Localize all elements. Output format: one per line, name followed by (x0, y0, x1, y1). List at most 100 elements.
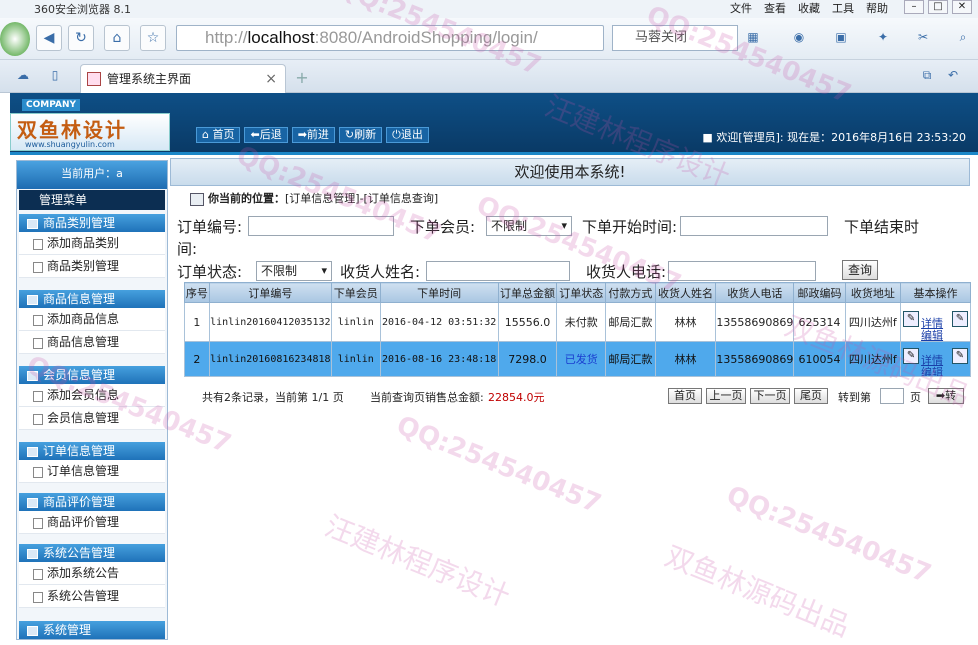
edit-link[interactable]: 编辑 (921, 364, 943, 376)
sidebar-toggle-icon[interactable]: ▯ (46, 66, 64, 84)
nav-home-label: 首页 (212, 128, 235, 141)
col-header: 收货人姓名 (654, 282, 717, 303)
new-tab-icon[interactable]: + (292, 68, 312, 88)
nav-forward-button[interactable]: ➡前进 (291, 127, 335, 143)
sidebar-item-manage-member[interactable]: 会员信息管理 (19, 407, 165, 430)
order-no-input[interactable] (248, 216, 394, 236)
apps-grid-icon[interactable]: ▦ (744, 28, 762, 46)
col-header: 订单总金额 (497, 282, 558, 303)
nav-logout-button[interactable]: ⏻退出 (386, 127, 429, 143)
sidebar-item-add-product[interactable]: 添加商品信息 (19, 308, 165, 331)
goto-page-input[interactable] (880, 388, 904, 404)
first-page-button[interactable]: 首页 (668, 388, 702, 404)
nav-forward-label: 前进 (306, 128, 329, 141)
breadcrumb-path: [订单信息管理]-[订单信息查询] (285, 192, 439, 205)
sidebar-item-manage-category[interactable]: 商品类别管理 (19, 255, 165, 278)
order-no-label: 订单编号: (177, 218, 243, 236)
group-header[interactable]: 商品评价管理 (19, 493, 165, 511)
group-header[interactable]: 会员信息管理 (19, 366, 165, 384)
gift-icon[interactable]: ✦ (874, 28, 892, 46)
search-input[interactable]: 马蓉关闭 (612, 25, 738, 51)
star-icon[interactable]: ☆ (140, 25, 166, 51)
group-header[interactable]: 商品信息管理 (19, 290, 165, 308)
minimize-icon[interactable]: – (904, 0, 924, 14)
group-header[interactable]: 系统管理 (19, 621, 165, 639)
edit-pencil-icon[interactable]: ✎ (952, 348, 968, 364)
status-select[interactable]: 不限制 (256, 261, 332, 281)
address-bar[interactable]: http://localhost:8080/AndroidShopping/lo… (176, 25, 604, 51)
welcome-banner: 欢迎使用本系统! (170, 158, 970, 186)
col-header: 下单会员 (330, 282, 381, 303)
sidebar-item-add-member[interactable]: 添加会员信息 (19, 384, 165, 407)
restore-icon[interactable]: ⧉ (918, 66, 936, 84)
group-header[interactable]: 订单信息管理 (19, 442, 165, 460)
member-select[interactable]: 不限制 (486, 216, 572, 236)
cell-order-no: linlin20160816234818 (208, 341, 332, 377)
sidebar-item-manage-notice[interactable]: 系统公告管理 (19, 585, 165, 608)
prev-page-button[interactable]: 上一页 (706, 388, 746, 404)
edit-pencil-icon[interactable]: ✎ (952, 311, 968, 327)
translate-icon[interactable]: ▣ (832, 28, 850, 46)
menu-favorites[interactable]: 收藏 (798, 0, 820, 16)
maximize-icon[interactable]: □ (928, 0, 948, 14)
screenshot-icon[interactable]: ✂ (914, 28, 932, 46)
menu-tools[interactable]: 工具 (832, 0, 854, 16)
search-text: 马蓉关闭 (635, 30, 688, 45)
cell-status: 未付款 (556, 302, 607, 342)
sidebar-item-manage-product[interactable]: 商品信息管理 (19, 331, 165, 354)
url-path: :8080/AndroidShopping/login/ (314, 28, 538, 47)
reload-icon[interactable]: ↻ (68, 25, 94, 51)
table-row[interactable]: 1 linlin20160412035132 linlin 2016-04-12… (184, 302, 971, 342)
edit-pencil-icon[interactable]: ✎ (903, 348, 920, 364)
status-label: 订单状态: (177, 263, 243, 281)
table-row-selected[interactable]: 2 linlin20160816234818 linlin 2016-08-16… (184, 341, 971, 377)
nav-back-button[interactable]: ⬅后退 (244, 127, 288, 143)
nav-home-button[interactable]: ⌂ 首页 (196, 127, 241, 143)
cell-index: 2 (184, 341, 210, 377)
next-page-button[interactable]: 下一页 (750, 388, 790, 404)
go-button[interactable]: ➡转 (928, 388, 964, 404)
nav-refresh-button[interactable]: ↻刷新 (338, 127, 383, 143)
group-header[interactable]: 系统公告管理 (19, 544, 165, 562)
welcome-label: 欢迎[管理员]: 现在是：2016年8月16日 23:53:20 (716, 131, 966, 144)
group-member: 会员信息管理 添加会员信息 会员信息管理 (19, 366, 165, 430)
browser-title: 360安全浏览器 8.1 (34, 3, 131, 16)
sidebar-item-manage-review[interactable]: 商品评价管理 (19, 511, 165, 534)
sidebar-item-manage-order[interactable]: 订单信息管理 (19, 460, 165, 483)
watermark-name: 汪建林程序设计 (320, 509, 515, 614)
close-tab-icon[interactable]: × (265, 65, 277, 93)
cloud-icon[interactable]: ☁ (14, 66, 32, 84)
sidebar-item-add-category[interactable]: 添加商品类别 (19, 232, 165, 255)
last-page-button[interactable]: 尾页 (794, 388, 828, 404)
menu-help[interactable]: 帮助 (866, 0, 888, 16)
undo-icon[interactable]: ↶ (944, 66, 962, 84)
sidebar-item-add-notice[interactable]: 添加系统公告 (19, 562, 165, 585)
start-time-input[interactable] (680, 216, 828, 236)
tab-main[interactable]: 管理系统主界面 × (80, 64, 286, 93)
magnifier-icon[interactable]: ⌕ (954, 28, 972, 46)
home-icon[interactable]: ⌂ (104, 25, 130, 51)
group-header[interactable]: 商品类别管理 (19, 214, 165, 232)
shield-icon[interactable]: ◉ (790, 28, 808, 46)
close-window-icon[interactable]: ✕ (952, 0, 972, 14)
pager: 共有2条记录，当前第 1/1 页 当前查询页销售总金额: 22854.0元 首页… (184, 384, 971, 406)
receiver-input[interactable] (426, 261, 570, 281)
menu-view[interactable]: 查看 (764, 0, 786, 16)
cell-address: 四川达州f (844, 341, 902, 377)
query-button[interactable]: 查询 (842, 260, 878, 280)
col-header: 订单编号 (208, 282, 332, 303)
back-arrow-icon[interactable]: ◀ (36, 25, 62, 51)
nav-back-label: 后退 (259, 128, 282, 141)
edit-link[interactable]: 编辑 (921, 327, 943, 341)
menu-file[interactable]: 文件 (730, 0, 752, 16)
browser-logo-icon (0, 22, 30, 56)
edit-pencil-icon[interactable]: ✎ (903, 311, 920, 327)
phone-input[interactable] (668, 261, 816, 281)
group-product: 商品信息管理 添加商品信息 商品信息管理 (19, 290, 165, 354)
col-header: 收货人电话 (715, 282, 795, 303)
group-notice: 系统公告管理 添加系统公告 系统公告管理 (19, 544, 165, 608)
sidebar: 当前用户：a 管理菜单 商品类别管理 添加商品类别 商品类别管理 商品信息管理 … (16, 160, 168, 640)
brand-name: 双鱼林设计 (17, 118, 127, 142)
cell-postcode: 625314 (793, 302, 846, 342)
goto-label: 转到第 (838, 391, 871, 404)
